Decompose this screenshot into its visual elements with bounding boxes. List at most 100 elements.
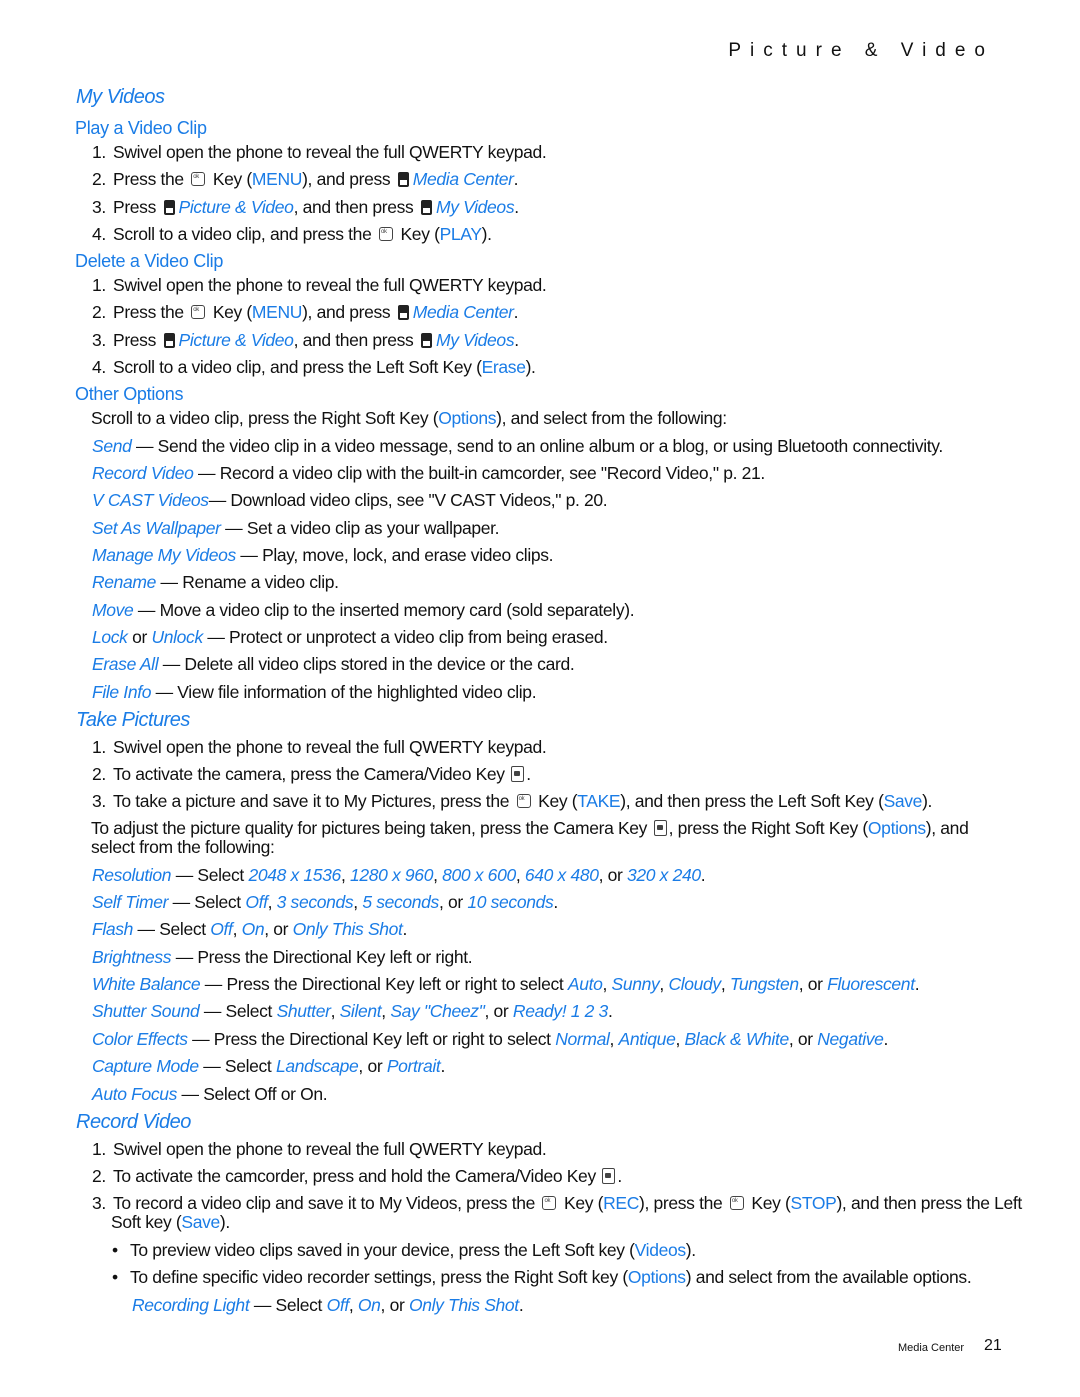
option-term: Shutter Sound <box>92 1001 200 1021</box>
option-value: Landscape <box>275 1056 359 1076</box>
option-prefix: — Select <box>171 865 249 885</box>
separator: , or <box>798 974 828 994</box>
other-options-intro: Scroll to a video clip, press the Right … <box>91 408 727 428</box>
option-prefix: — Press the Directional Key left or righ… <box>187 1029 556 1049</box>
option-desc: — Play, move, lock, and erase video clip… <box>235 545 554 565</box>
option-value: 1280 x 960 <box>349 865 434 885</box>
page-number: 21 <box>984 1337 1002 1354</box>
record-step-1: 1. Swivel open the phone to reveal the fu… <box>92 1139 547 1159</box>
option-term: Set As Wallpaper <box>92 518 221 538</box>
option-item: Lock or Unlock — Protect or unprotect a … <box>92 627 608 648</box>
separator: , <box>609 1029 619 1049</box>
delete-step-4: 4. Scroll to a video clip, and press the … <box>92 357 536 377</box>
take-step-2: 2. To activate the camera, press the Came… <box>92 764 531 784</box>
option-desc: — Protect or unprotect a video clip from… <box>202 627 608 647</box>
section-header: Picture & Video <box>728 40 994 61</box>
camera-option: Auto Focus — Select Off or On. <box>92 1084 328 1105</box>
heading-my-videos: My Videos <box>76 86 165 108</box>
option-value: Black & White <box>684 1029 789 1049</box>
record-step-2: 2. To activate the camcorder, press and h… <box>92 1166 622 1186</box>
option-desc: — Record a video clip with the built-in … <box>193 463 765 483</box>
heading-record-video: Record Video <box>76 1111 191 1133</box>
option-value: 320 x 240 <box>627 865 701 885</box>
option-value: 640 x 480 <box>524 865 599 885</box>
option-item: V CAST Videos— Download video clips, see… <box>92 490 608 511</box>
separator: , <box>330 1001 340 1021</box>
separator: , <box>267 892 277 912</box>
record-bullet-2: • To define specific video recorder setti… <box>112 1267 972 1287</box>
option-term: Send <box>92 436 132 456</box>
option-term: Erase All <box>92 654 159 674</box>
option-desc: — Set a video clip as your wallpaper. <box>220 518 500 538</box>
ok-key-icon <box>378 227 393 241</box>
take-adjust-line-1: To adjust the picture quality for pictur… <box>91 818 969 838</box>
option-value: Silent <box>339 1001 382 1021</box>
camera-option: Flash — Select Off, On, or Only This Sho… <box>92 919 407 940</box>
take-step-3: 3. To take a picture and save it to My Pi… <box>92 791 932 812</box>
bullet-icon: • <box>112 1267 118 1287</box>
period: . <box>914 974 920 994</box>
option-term: Capture Mode <box>92 1056 199 1076</box>
period: . <box>440 1056 445 1076</box>
option-desc: — Press the Directional Key left or righ… <box>171 947 473 967</box>
manual-page: Picture & Video My Videos Play a Video C… <box>0 0 1080 1397</box>
option-item: Record Video — Record a video clip with … <box>92 463 765 484</box>
option-term: Flash <box>92 919 134 939</box>
separator: , or <box>484 1001 513 1021</box>
number-key-icon <box>420 333 432 348</box>
camera-option: Brightness — Press the Directional Key l… <box>92 947 473 968</box>
ok-key-icon <box>729 1196 744 1210</box>
option-desc: — Rename a video clip. <box>156 572 339 592</box>
option-value: Cloudy <box>668 974 721 994</box>
period: . <box>883 1029 889 1049</box>
delete-step-2: 2.Press the Key (MENU), and press Media … <box>92 302 518 323</box>
option-term: Brightness <box>92 947 172 967</box>
separator: , <box>348 1295 358 1315</box>
option-desc: — Send the video clip in a video message… <box>131 436 943 456</box>
option-item: Move — Move a video clip to the inserted… <box>92 600 635 621</box>
option-desc: — Move a video clip to the inserted memo… <box>133 600 635 620</box>
camera-option: Self Timer — Select Off, 3 seconds, 5 se… <box>92 892 558 913</box>
option-value: Negative <box>817 1029 884 1049</box>
separator: , or <box>380 1295 409 1315</box>
option-desc: — Download video clips, see "V CAST Vide… <box>208 490 608 510</box>
record-step-3-cont: Soft key (Save). <box>111 1212 230 1232</box>
take-step-1: 1. Swivel open the phone to reveal the fu… <box>92 737 547 757</box>
separator: , <box>602 974 612 994</box>
option-value: Antique <box>618 1029 676 1049</box>
option-value: Shutter <box>276 1001 331 1021</box>
option-value: On <box>241 919 265 939</box>
option-value: Off <box>326 1295 350 1315</box>
option-value: Normal <box>555 1029 610 1049</box>
play-step-3: 3. Press Picture & Video, and then press … <box>92 197 519 217</box>
separator: , or <box>438 892 468 912</box>
camera-option: Capture Mode — Select Landscape, or Port… <box>92 1056 445 1077</box>
option-value: Off <box>210 919 233 939</box>
option-prefix: — Select <box>199 1001 277 1021</box>
camera-option: Resolution — Select 2048 x 1536, 1280 x … <box>92 865 706 886</box>
option-value: Ready! 1 2 3 <box>512 1001 608 1021</box>
separator: , <box>720 974 730 994</box>
number-key-icon <box>163 333 175 348</box>
delete-step-3: 3. Press Picture & Video, and then press … <box>92 330 519 350</box>
option-item: Send — Send the video clip in a video me… <box>92 436 943 457</box>
number-key-icon <box>397 305 409 320</box>
separator: , or <box>358 1056 387 1076</box>
option-or: or <box>127 627 152 647</box>
heading-take-pictures: Take Pictures <box>76 709 190 731</box>
separator: , <box>353 892 363 912</box>
option-value: Auto <box>567 974 603 994</box>
period: . <box>553 892 558 912</box>
option-item: Set As Wallpaper — Set a video clip as y… <box>92 518 500 539</box>
option-value: 10 seconds <box>467 892 554 912</box>
number-key-icon <box>397 172 409 187</box>
camera-option: Shutter Sound — Select Shutter, Silent , … <box>92 1001 613 1022</box>
heading-delete-video-clip: Delete a Video Clip <box>75 251 224 271</box>
record-bullet-1: • To preview video clips saved in your de… <box>112 1240 696 1260</box>
option-prefix: — Select <box>198 1056 276 1076</box>
option-value: 5 seconds <box>362 892 439 912</box>
option-term: Lock <box>92 627 128 647</box>
heading-play-video-clip: Play a Video Clip <box>75 118 207 138</box>
option-value: Only This Shot <box>292 919 403 939</box>
option-term: White Balance <box>92 974 201 994</box>
